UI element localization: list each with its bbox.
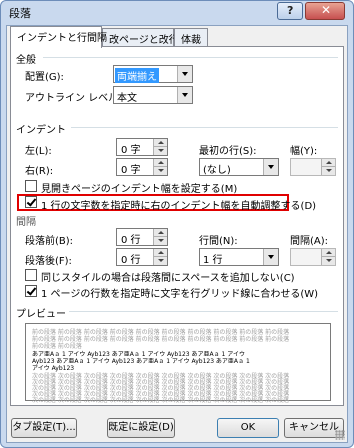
first-line-select[interactable]: (なし) [199,158,279,176]
indent-group-label: インデント [16,125,66,136]
alignment-select[interactable]: 両端揃え [113,65,193,83]
left-indent-value: 0 字 [121,145,141,156]
close-button[interactable]: ✕ [305,2,345,20]
right-indent-label: 右(R): [25,166,54,177]
indent-width-spinner[interactable] [290,158,336,176]
dialog-title: 段落 [9,7,31,20]
auto-adjust-indent-checkbox[interactable] [25,196,37,208]
no-space-same-style-label: 同じスタイルの場合は段落間にスペースを追加しない(C) [41,273,295,284]
spacing-at-spinner[interactable] [290,248,336,266]
general-group-label: 全般 [16,55,36,66]
general-divider [43,57,338,58]
spin-up-icon[interactable] [153,229,167,237]
paragraph-dialog: 段落 ? ✕ インデントと行間隔 改ページと改行 体裁 全般 配置(G): 両端… [0,0,354,448]
chevron-down-icon[interactable] [177,87,192,103]
line-spacing-value: 1 行 [203,255,223,266]
chevron-down-icon[interactable] [263,159,278,175]
spin-up-icon[interactable] [153,139,167,147]
tab-label: 改ページと改行 [109,35,179,46]
spacing-at-label: 間隔(A): [290,236,329,247]
preview-divider [69,311,338,312]
spin-up-icon[interactable] [321,159,335,167]
indent-width-label: 幅(Y): [290,146,318,157]
left-indent-label: 左(L): [25,146,52,157]
mirror-indents-checkbox[interactable] [25,180,37,192]
space-before-label: 段落前(B): [25,236,74,247]
auto-adjust-indent-label: 1 行の文字数を指定時に右のインデント幅を自動調整する(D) [41,201,317,212]
indent-divider [71,127,338,128]
spacing-group-label: 間隔 [16,217,36,228]
tab-panel: 全般 配置(G): 両端揃え アウトライン レベル(O): 本文 インデント 左… [10,46,344,406]
first-line-value: (なし) [203,165,231,176]
help-button[interactable]: ? [277,2,303,20]
space-before-spinner[interactable]: 0 行 [116,228,168,246]
tab-line-page-breaks[interactable]: 改ページと改行 [102,28,179,47]
spin-up-icon[interactable] [321,249,335,257]
spin-down-icon[interactable] [153,237,167,245]
spin-down-icon[interactable] [153,257,167,265]
right-indent-value: 0 字 [121,165,141,176]
title-bar[interactable]: 段落 ? ✕ [1,1,353,23]
spin-down-icon[interactable] [321,257,335,265]
dialog-body: インデントと行間隔 改ページと改行 体裁 全般 配置(G): 両端揃え アウトラ… [6,25,348,443]
tab-label: 体裁 [181,35,201,46]
chevron-down-icon[interactable] [263,249,278,265]
no-space-same-style-checkbox[interactable] [25,269,37,281]
set-as-default-button[interactable]: 既定に設定(D) [107,418,175,438]
spin-down-icon[interactable] [153,167,167,175]
right-indent-spinner[interactable]: 0 字 [116,158,168,176]
tabs-button[interactable]: タブ設定(T)... [11,418,77,438]
preview-pane: 前の段落 前の段落 前の段落 前の段落 前の段落 前の段落 前の段落 前の段落 … [25,323,331,404]
close-icon: ✕ [321,3,332,17]
resize-grip-icon[interactable] [335,430,345,440]
help-icon: ? [287,4,294,17]
outline-level-select[interactable]: 本文 [113,86,193,104]
space-after-value: 0 行 [121,255,141,266]
ok-button[interactable]: OK [217,418,279,438]
preview-group-label: プレビュー [16,309,66,320]
snap-to-grid-label: 1 ページの行数を指定時に文字を行グリッド線に合わせる(W) [41,289,319,300]
chevron-down-icon[interactable] [177,66,192,82]
alignment-label: 配置(G): [25,72,64,83]
tab-indent-spacing[interactable]: インデントと行間隔 [10,26,107,48]
space-after-label: 段落後(F): [25,256,72,267]
space-after-spinner[interactable]: 0 行 [116,248,168,266]
spin-up-icon[interactable] [153,249,167,257]
snap-to-grid-checkbox[interactable] [25,285,37,297]
first-line-label: 最初の行(S): [199,146,257,157]
outline-level-value: 本文 [117,93,137,104]
preview-next-line: 次の段落 次の段落 次の段落 次の段落 次の段落 次の段落 次の段落 次の段落 … [32,397,290,404]
tab-asian-typography[interactable]: 体裁 [174,28,208,47]
spin-down-icon[interactable] [153,147,167,155]
line-spacing-label: 行間(N): [199,236,238,247]
mirror-indents-label: 見開きページのインデント幅を設定する(M) [41,184,238,195]
line-spacing-select[interactable]: 1 行 [199,248,279,266]
spin-up-icon[interactable] [153,159,167,167]
tab-label: インデントと行間隔 [17,33,107,44]
space-before-value: 0 行 [121,235,141,246]
left-indent-spinner[interactable]: 0 字 [116,138,168,156]
alignment-value: 両端揃え [115,68,159,83]
spin-down-icon[interactable] [321,167,335,175]
